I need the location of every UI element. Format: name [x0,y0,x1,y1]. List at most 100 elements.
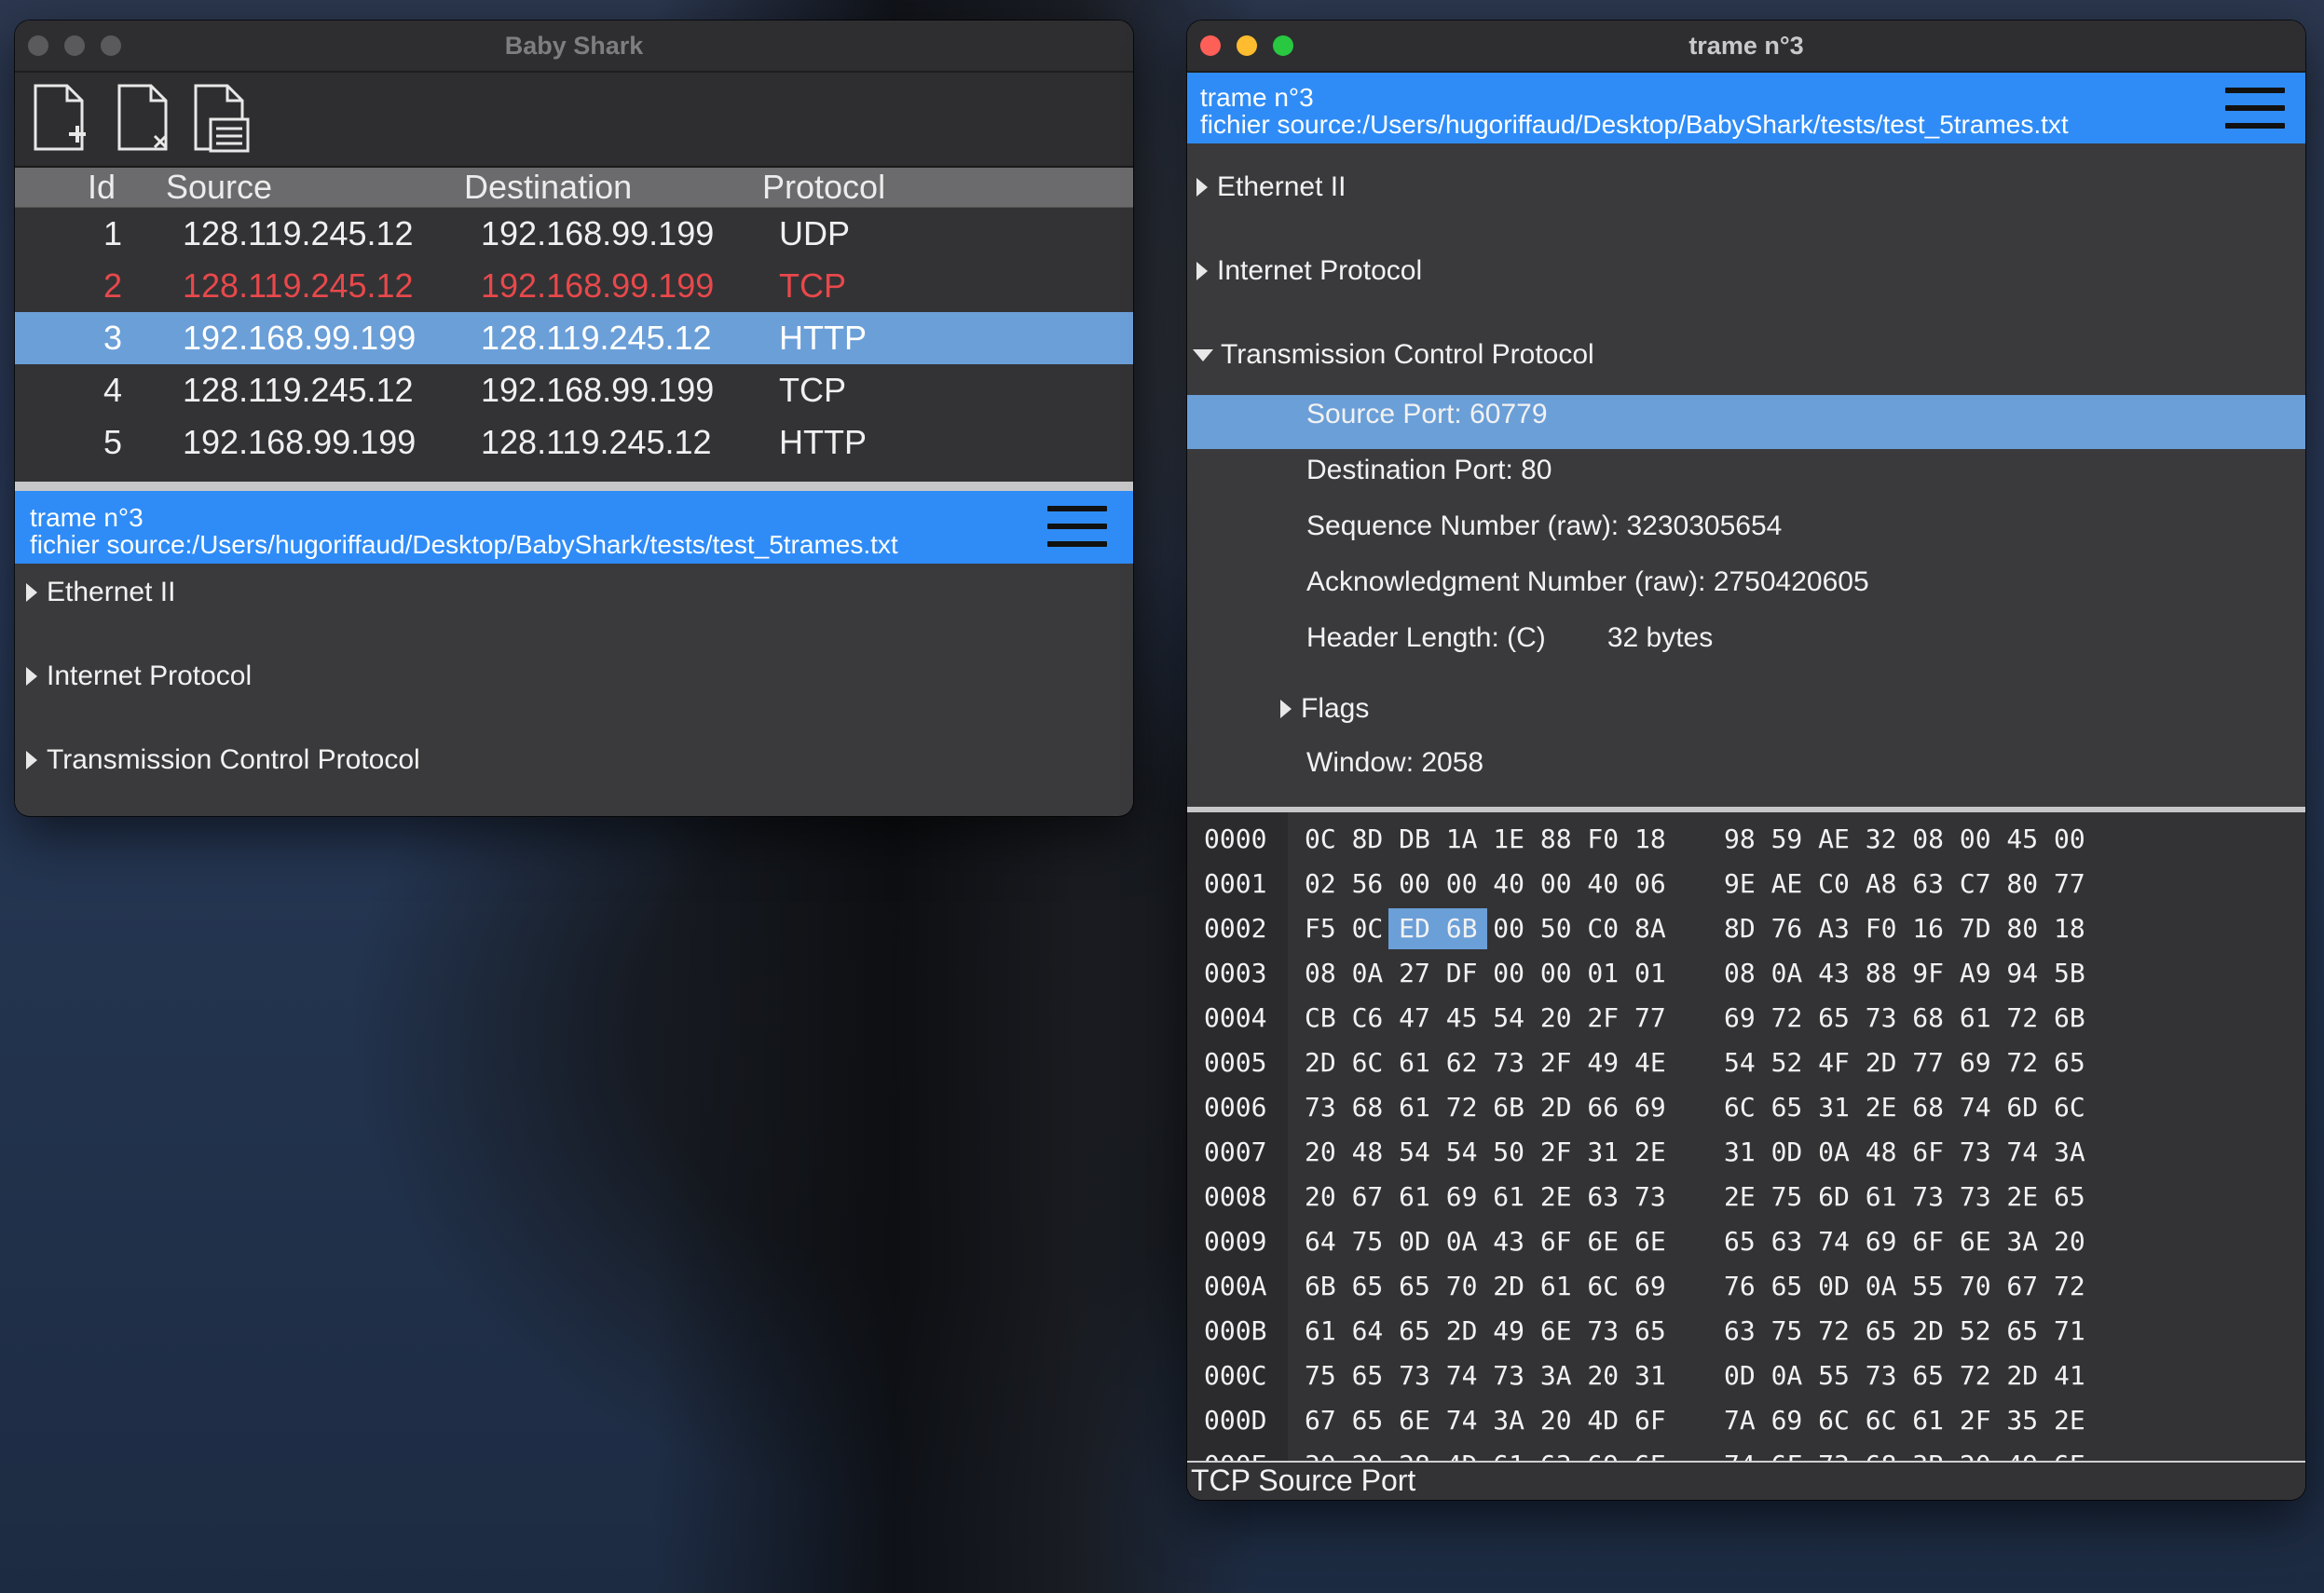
close-file-icon[interactable] [116,84,175,155]
hex-bytes-left[interactable]: 67 65 6E 74 3A 20 4D 6F [1305,1405,1666,1436]
field-sequence-number[interactable]: Sequence Number (raw): 3230305654 [1306,511,1782,542]
tree-label: Flags [1301,693,1370,724]
tree-item-tcp[interactable]: Transmission Control Protocol [1193,339,1594,371]
menu-icon[interactable] [2225,88,2285,129]
header-id[interactable]: Id [15,168,166,207]
tree-label: Transmission Control Protocol [1221,339,1594,370]
hex-row: 000C 75 65 73 74 73 3A 20 31 0D 0A 55 73 6… [1187,1360,2305,1405]
hex-bytes-right[interactable]: 9E AE C0 A8 63 C7 80 77 [1724,868,2085,899]
field-destination-port[interactable]: Destination Port: 80 [1306,455,1552,486]
hex-bytes-left[interactable]: 2D 6C 61 62 73 2F 49 4E [1305,1047,1666,1078]
disclosure-right-icon[interactable] [1280,700,1292,718]
tree-label: Transmission Control Protocol [47,744,420,775]
field-ack-number[interactable]: Acknowledgment Number (raw): 2750420605 [1306,566,1869,598]
toolbar [15,73,1133,168]
hex-bytes-right[interactable]: 0D 0A 55 73 65 72 2D 41 [1724,1360,2085,1391]
tree-item-tcp[interactable]: Transmission Control Protocol [26,744,420,776]
header-protocol[interactable]: Protocol [762,168,1042,207]
tree-item-ip[interactable]: Internet Protocol [1196,255,1422,287]
hex-row: 0009 64 75 0D 0A 43 6F 6E 6E 65 63 74 69 6… [1187,1226,2305,1271]
table-row[interactable]: 5 192.168.99.199 128.119.245.12 HTTP [15,416,1133,469]
cell-source: 128.119.245.12 [183,266,414,305]
hex-bytes-left[interactable]: CB C6 47 45 54 20 2F 77 [1305,1002,1666,1033]
disclosure-right-icon[interactable] [1196,262,1208,280]
cell-protocol: UDP [779,214,851,252]
disclosure-right-icon[interactable] [1196,178,1208,197]
hex-bytes-right[interactable]: 54 52 4F 2D 77 69 72 65 [1724,1047,2085,1078]
hex-bytes-left[interactable]: 61 64 65 2D 49 6E 73 65 [1305,1315,1666,1346]
hex-row: 0001 02 56 00 00 40 00 40 06 9E AE C0 A8 6… [1187,868,2305,913]
hex-row: 0000 0C 8D DB 1A 1E 88 F0 18 98 59 AE 32 0… [1187,824,2305,868]
hex-bytes-left[interactable]: 6B 65 65 70 2D 61 6C 69 [1305,1271,1666,1301]
hex-bytes-right[interactable]: 08 0A 43 88 9F A9 94 5B [1724,958,2085,988]
cell-id: 5 [103,423,123,461]
header-length-label: Header Length: (C) [1306,622,1546,653]
header-destination[interactable]: Destination [464,168,762,207]
tree-label: Internet Protocol [1217,255,1423,286]
hex-bytes-left[interactable]: 20 67 61 69 61 2E 63 73 [1305,1181,1666,1212]
hex-bytes-left[interactable]: 02 56 00 00 40 00 40 06 [1305,868,1666,899]
hex-bytes-right[interactable]: 69 72 65 73 68 61 72 6B [1724,1002,2085,1033]
hex-dump-panel[interactable]: 0000 0C 8D DB 1A 1E 88 F0 18 98 59 AE 32 0… [1187,807,2305,1464]
field-header-length[interactable]: Header Length: (C) 32 bytes [1306,622,1713,654]
source-file-label: fichier source:/Users/hugoriffaud/Deskto… [30,530,898,559]
tree-label: Ethernet II [47,577,176,607]
cell-source: 128.119.245.12 [183,371,414,409]
hex-bytes-left[interactable]: 73 68 61 72 6B 2D 66 69 [1305,1092,1666,1123]
baby-shark-window: Baby Shark Id Source Destination Protoco… [15,20,1133,816]
disclosure-right-icon[interactable] [26,667,37,686]
hex-bytes-left[interactable]: 75 65 73 74 73 3A 20 31 [1305,1360,1666,1391]
source-file-label: fichier source:/Users/hugoriffaud/Deskto… [1200,110,2069,139]
disclosure-down-icon[interactable] [1193,348,1213,361]
tree-item-ethernet[interactable]: Ethernet II [1196,171,1346,203]
new-file-icon[interactable] [32,84,91,155]
table-row[interactable]: 2 128.119.245.12 192.168.99.199 TCP [15,260,1133,312]
hex-bytes-right[interactable]: 76 65 0D 0A 55 70 67 72 [1724,1271,2085,1301]
disclosure-right-icon[interactable] [26,583,37,602]
hex-bytes-left[interactable]: 20 48 54 54 50 2F 31 2E [1305,1137,1666,1167]
tree-label: Ethernet II [1217,171,1347,202]
menu-icon[interactable] [1047,506,1107,547]
cell-source: 192.168.99.199 [183,319,417,357]
hex-bytes-right[interactable]: 98 59 AE 32 08 00 45 00 [1724,824,2085,854]
hex-bytes-left[interactable]: F5 0C ED 6B 00 50 C0 8A [1305,913,1666,944]
tree-item-ip[interactable]: Internet Protocol [26,660,252,692]
hex-row: 0008 20 67 61 69 61 2E 63 73 2E 75 6D 61 7… [1187,1181,2305,1226]
window-title: trame n°3 [1688,32,1804,60]
tree-item-ethernet[interactable]: Ethernet II [26,577,175,608]
window-titlebar[interactable]: trame n°3 [1187,20,2305,73]
packet-table: Id Source Destination Protocol 1 128.119… [15,168,1133,482]
hex-bytes-right[interactable]: 7A 69 6C 6C 61 2F 35 2E [1724,1405,2085,1436]
hex-bytes-right[interactable]: 8D 76 A3 F0 16 7D 80 18 [1724,913,2085,944]
hex-bytes-right[interactable]: 6C 65 31 2E 68 74 6D 6C [1724,1092,2085,1123]
hex-row: 0003 08 0A 27 DF 00 00 01 01 08 0A 43 88 9… [1187,958,2305,1002]
hex-bytes-right[interactable]: 31 0D 0A 48 6F 73 74 3A [1724,1137,2085,1167]
hex-bytes-left[interactable]: 64 75 0D 0A 43 6F 6E 6E [1305,1226,1666,1257]
save-file-icon[interactable] [192,84,252,155]
hex-bytes-left[interactable]: 08 0A 27 DF 00 00 01 01 [1305,958,1666,988]
field-window[interactable]: Window: 2058 [1306,747,1483,779]
cell-protocol: TCP [779,371,846,409]
hex-offset: 000C [1204,1360,1267,1391]
hex-offset: 0005 [1204,1047,1267,1078]
hex-bytes-right[interactable]: 63 75 72 65 2D 52 65 71 [1724,1315,2085,1346]
hex-offset: 0008 [1204,1181,1267,1212]
disclosure-right-icon[interactable] [26,751,37,769]
hex-bytes-right[interactable]: 2E 75 6D 61 73 73 2E 65 [1724,1181,2085,1212]
cell-id: 3 [103,319,123,357]
window-titlebar[interactable]: Baby Shark [15,20,1133,73]
table-row-selected[interactable]: 3 192.168.99.199 128.119.245.12 HTTP [15,312,1133,364]
header-source[interactable]: Source [166,168,464,207]
tree-item-flags[interactable]: Flags [1280,693,1369,725]
hex-bytes-right[interactable]: 65 63 74 69 6F 6E 3A 20 [1724,1226,2085,1257]
field-source-port[interactable]: Source Port: 60779 [1306,399,1548,430]
status-bar: TCP Source Port [1187,1461,2305,1500]
cell-destination: 192.168.99.199 [481,214,715,252]
table-row[interactable]: 1 128.119.245.12 192.168.99.199 UDP [15,208,1133,260]
split-divider[interactable] [15,482,1133,491]
table-header: Id Source Destination Protocol [15,168,1133,208]
table-row[interactable]: 4 128.119.245.12 192.168.99.199 TCP [15,364,1133,416]
hex-bytes-left[interactable]: 0C 8D DB 1A 1E 88 F0 18 [1305,824,1666,854]
hex-row: 000A 6B 65 65 70 2D 61 6C 69 76 65 0D 0A 5… [1187,1271,2305,1315]
hex-offset: 0007 [1204,1137,1267,1167]
